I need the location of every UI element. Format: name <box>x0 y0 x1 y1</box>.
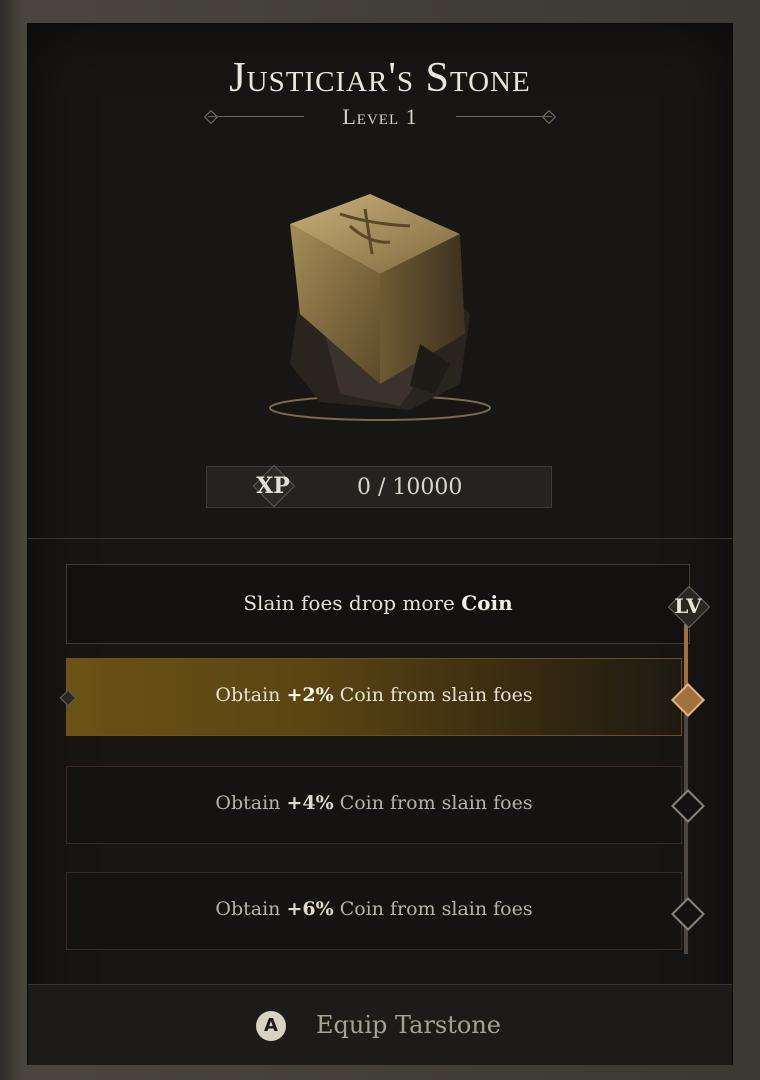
tier-suffix: Coin from slain foes <box>333 898 533 920</box>
tier-prefix: Obtain <box>215 792 287 814</box>
tier-text: Obtain +4% Coin from slain foes <box>67 792 681 814</box>
xp-label: XP <box>256 473 290 499</box>
tier-suffix: Coin from slain foes <box>333 684 533 706</box>
ornament-right-line <box>456 116 552 117</box>
item-title: Justiciar's Stone <box>229 55 531 101</box>
tier-text: Obtain +6% Coin from slain foes <box>67 898 681 920</box>
lv-label: LV <box>674 594 702 618</box>
tier-row-2[interactable]: Obtain +4% Coin from slain foes <box>66 766 682 844</box>
tier-bonus: +4% <box>286 792 334 814</box>
screen-frame: Justiciar's Stone Level 1 XP 0 / 10000 S… <box>0 0 760 1080</box>
level-row: Level 1 <box>28 102 732 132</box>
xp-value: 0 / 10000 <box>357 475 463 500</box>
tier-suffix: Coin from slain foes <box>333 792 533 814</box>
tier-prefix: Obtain <box>215 684 287 706</box>
perk-text: Slain foes drop more Coin <box>67 591 689 615</box>
equip-tarstone-button[interactable]: Equip Tarstone <box>316 1011 501 1039</box>
xp-badge: XP <box>251 463 296 508</box>
tier-bonus: +2% <box>286 684 334 706</box>
a-button-icon[interactable]: A <box>256 1011 286 1041</box>
xp-bar: XP 0 / 10000 <box>206 463 552 508</box>
tarstone-cube-icon <box>269 194 491 421</box>
tier-bonus: +6% <box>286 898 334 920</box>
perk-description: Slain foes drop more Coin <box>66 564 690 644</box>
tier-text: Obtain +2% Coin from slain foes <box>67 684 681 706</box>
perk-prefix: Slain foes drop more <box>243 591 462 615</box>
item-level: Level 1 <box>342 104 418 129</box>
perk-highlight: Coin <box>461 591 513 615</box>
tier-row-1[interactable]: Obtain +2% Coin from slain foes <box>66 658 682 736</box>
lv-badge: LV <box>664 582 712 630</box>
tier-prefix: Obtain <box>215 898 287 920</box>
tier-row-3[interactable]: Obtain +6% Coin from slain foes <box>66 872 682 950</box>
section-divider <box>28 538 732 539</box>
footer-bar: A Equip Tarstone <box>28 984 732 1065</box>
item-panel: Justiciar's Stone Level 1 XP 0 / 10000 S… <box>28 24 732 1065</box>
